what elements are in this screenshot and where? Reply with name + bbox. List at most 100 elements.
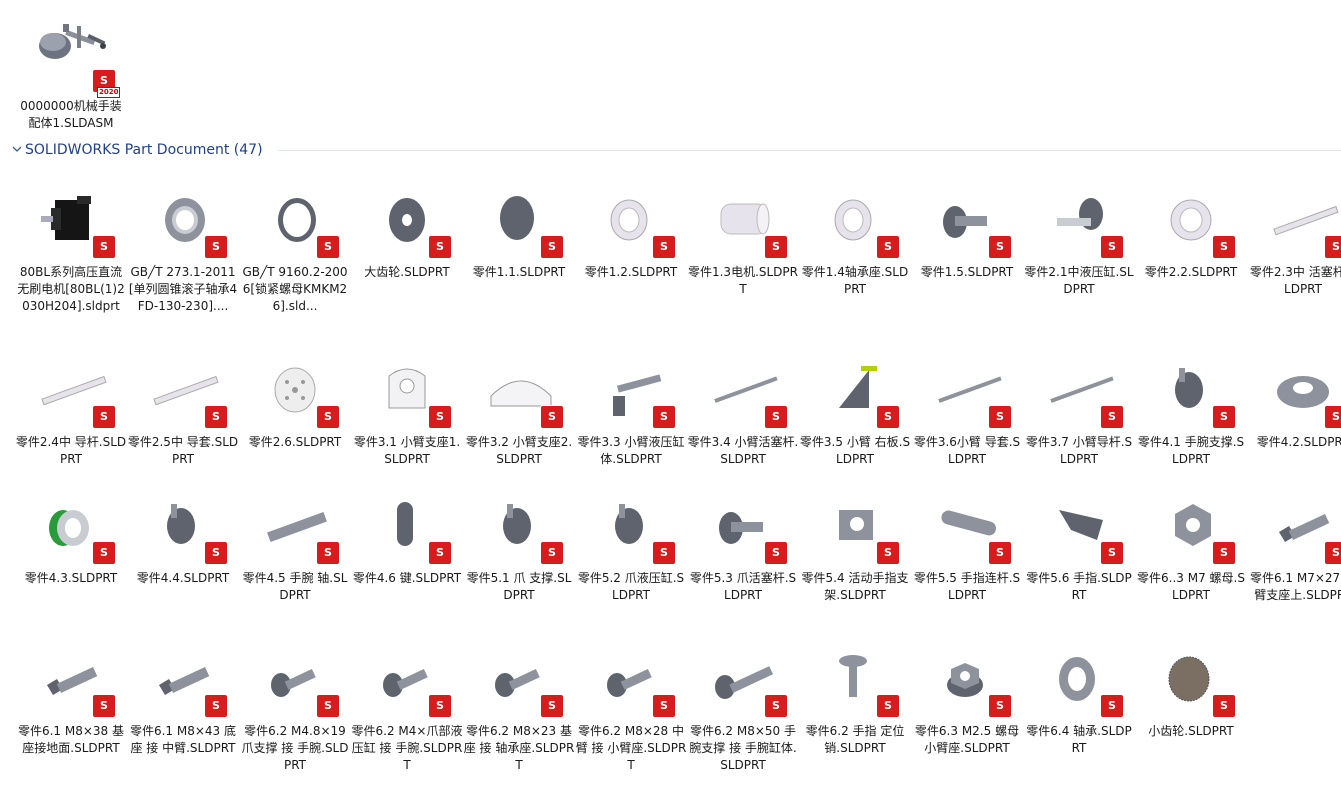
file-name: 零件6.2 M4.8×19 爪支撑 接 手腕.SLDPRT (241, 724, 349, 772)
solidworks-badge-icon: S W (765, 695, 787, 734)
file-item[interactable]: S W 零件5.3 爪活塞杆.SLDPRT (687, 492, 799, 642)
file-item[interactable]: S W 零件6.1 M8×38 基座接地面.SLDPRT (15, 645, 127, 795)
file-name: 零件3.3 小臂液压缸体.SLDPRT (577, 435, 685, 466)
file-name: 零件6.3 M2.5 螺母 小臂座.SLDPRT (914, 724, 1020, 755)
file-item[interactable]: S W 零件2.5中 导套.SLDPRT (127, 356, 239, 506)
file-item[interactable]: S W GB╱T 273.1-2011[单列圆锥滚子轴承4FD-130-230].… (127, 186, 239, 336)
file-item[interactable]: S W 零件6.1 M8×43 底座 接 中臂.SLDPRT (127, 645, 239, 795)
solidworks-badge-icon: S W (317, 406, 339, 445)
solidworks-badge-icon: S W (989, 542, 1011, 581)
file-item[interactable]: S W 零件4.2.SLDPRT (1247, 356, 1341, 506)
file-item[interactable]: S W零件2.3中 活塞杆.SLDPRT (1247, 186, 1341, 336)
file-item[interactable]: S W 零件1.4轴承座.SLDPRT (799, 186, 911, 336)
solidworks-badge-icon: S W (205, 406, 227, 445)
file-item[interactable]: S W 零件3.1 小臂支座1.SLDPRT (351, 356, 463, 506)
file-name: 零件5.1 爪 支撑.SLDPRT (466, 571, 572, 602)
file-name: 零件2.5中 导套.SLDPRT (127, 435, 239, 466)
file-item[interactable]: S W 零件6.2 M4.8×19 爪支撑 接 手腕.SLDPRT (239, 645, 351, 795)
file-name: 零件1.5.SLDPRT (920, 265, 1014, 279)
file-item[interactable]: S W 零件1.2.SLDPRT (575, 186, 687, 336)
solidworks-badge-icon: S W (653, 695, 675, 734)
file-item[interactable]: S W 零件6.2 M8×50 手腕支撑 接 手腕缸体.SLDPRT (687, 645, 799, 795)
solidworks-badge-icon: S W (93, 542, 115, 581)
file-item[interactable]: S W 零件2.2.SLDPRT (1135, 186, 1247, 336)
file-item[interactable]: S W 小齿轮.SLDPRT (1135, 645, 1247, 795)
file-item[interactable]: S W 零件4.3.SLDPRT (15, 492, 127, 642)
group-header[interactable]: SOLIDWORKS Part Document (47) (8, 140, 1341, 160)
file-item[interactable]: S W 零件5.2 爪液压缸.SLDPRT (575, 492, 687, 642)
file-item[interactable]: S W 零件6.2 手指 定位销.SLDPRT (799, 645, 911, 795)
file-name: 零件3.2 小臂支座2.SLDPRT (465, 435, 573, 466)
solidworks-badge-icon: S W (877, 542, 899, 581)
solidworks-badge-icon: S W (1101, 406, 1123, 445)
file-name: 零件2.3中 活塞杆.SLDPRT (1249, 265, 1341, 296)
file-name: GB╱T 9160.2-2006[锁紧螺母KMKM26].sld... (242, 265, 348, 313)
file-name: 零件3.4 小臂活塞杆.SLDPRT (687, 435, 799, 466)
file-item[interactable]: S W 零件5.6 手指.SLDPRT (1023, 492, 1135, 642)
file-name: 零件4.5 手腕 轴.SLDPRT (242, 571, 348, 602)
file-item[interactable]: S W 大齿轮.SLDPRT (351, 186, 463, 336)
solidworks-badge-icon: S W (1101, 236, 1123, 275)
solidworks-badge-icon: S W (877, 695, 899, 734)
file-item[interactable]: S W 零件3.2 小臂支座2.SLDPRT (463, 356, 575, 506)
solidworks-badge-icon: S W (1325, 406, 1341, 445)
file-item[interactable]: S W 零件2.4中 导杆.SLDPRT (15, 356, 127, 506)
solidworks-badge-icon: S W (93, 406, 115, 445)
file-item[interactable]: S W 零件2.1中液压缸.SLDPRT (1023, 186, 1135, 336)
solidworks-badge-icon: S W (541, 406, 563, 445)
solidworks-badge-icon: S W (429, 542, 451, 581)
file-item[interactable]: S W 零件5.5 手指连杆.SLDPRT (911, 492, 1023, 642)
file-item[interactable]: S W 零件2.6.SLDPRT (239, 356, 351, 506)
solidworks-badge-icon: S W (93, 695, 115, 734)
file-item[interactable]: S W 零件3.4 小臂活塞杆.SLDPRT (687, 356, 799, 506)
file-name: 零件3.5 小臂 右板.SLDPRT (799, 435, 911, 466)
file-item[interactable]: S W 零件1.1.SLDPRT (463, 186, 575, 336)
solidworks-badge-icon: S W (541, 236, 563, 275)
solidworks-badge-icon: S W (1101, 695, 1123, 734)
file-item[interactable]: S W 零件4.1 手腕支撑.SLDPRT (1135, 356, 1247, 506)
file-name: 零件5.4 活动手指支架.SLDPRT (801, 571, 909, 602)
file-item[interactable]: S W GB╱T 9160.2-2006[锁紧螺母KMKM26].sld... (239, 186, 351, 336)
file-item[interactable]: S W 零件1.5.SLDPRT (911, 186, 1023, 336)
file-item[interactable]: S W 零件5.4 活动手指支架.SLDPRT (799, 492, 911, 642)
file-item[interactable]: S W 零件6.2 M4×爪部液压缸 接 手腕.SLDPRT (351, 645, 463, 795)
file-name: 零件1.3电机.SLDPRT (687, 265, 799, 296)
file-name: 80BL系列高压直流无刷电机[80BL(1)2030H204].sldprt (17, 265, 125, 313)
file-item[interactable]: S W 零件4.4.SLDPRT (127, 492, 239, 642)
solidworks-badge-icon: S W (765, 236, 787, 275)
file-name: 零件4.2.SLDPRT (1256, 435, 1341, 449)
solidworks-badge-icon: S W (317, 236, 339, 275)
file-name: 零件6.2 M4×爪部液压缸 接 手腕.SLDPRT (351, 724, 463, 772)
file-item[interactable]: S W 零件3.5 小臂 右板.SLDPRT (799, 356, 911, 506)
file-item[interactable]: S W 零件3.3 小臂液压缸体.SLDPRT (575, 356, 687, 506)
file-item[interactable]: S W 零件4.5 手腕 轴.SLDPRT (239, 492, 351, 642)
solidworks-badge-icon: S W (429, 406, 451, 445)
file-name: 零件4.6 键.SLDPRT (352, 571, 462, 585)
solidworks-badge-icon: S W (1213, 236, 1235, 275)
file-item[interactable]: S W 零件6..3 M7 螺母.SLDPRT (1135, 492, 1247, 642)
file-item[interactable]: S W 零件6.2 M8×23 基座 接 轴承座.SLDPRT (463, 645, 575, 795)
file-item[interactable]: S W 零件6.3 M2.5 螺母 小臂座.SLDPRT (911, 645, 1023, 795)
file-name: 零件5.3 爪活塞杆.SLDPRT (689, 571, 797, 602)
file-item[interactable]: S W 零件4.6 键.SLDPRT (351, 492, 463, 642)
solidworks-badge-icon: S W (1213, 406, 1235, 445)
chevron-down-icon[interactable] (10, 142, 24, 156)
file-item[interactable]: S W 零件6.4 轴承.SLDPRT (1023, 645, 1135, 795)
solidworks-badge-icon: S W (205, 542, 227, 581)
file-name: 零件6.1 M8×43 底座 接 中臂.SLDPRT (129, 724, 237, 755)
file-name: 零件6.4 轴承.SLDPRT (1026, 724, 1132, 755)
file-name: 零件5.2 爪液压缸.SLDPRT (577, 571, 685, 602)
file-item[interactable]: S W 零件6.2 M8×28 中臂 接 小臂座.SLDPRT (575, 645, 687, 795)
file-name: 0000000机械手装配体1.SLDASM (20, 99, 122, 130)
file-item[interactable]: S W 零件3.6小臂 导套.SLDPRT (911, 356, 1023, 506)
solidworks-badge-icon: S W (1325, 236, 1341, 275)
solidworks-badge-icon: S W (765, 542, 787, 581)
file-name: 零件6.2 M8×23 基座 接 轴承座.SLDPRT (463, 724, 575, 772)
file-item[interactable]: S W零件6.1 M7×27 小臂支座上.SLDPRT (1247, 492, 1341, 642)
file-item[interactable]: S W 零件1.3电机.SLDPRT (687, 186, 799, 336)
file-item[interactable]: S W 零件5.1 爪 支撑.SLDPRT (463, 492, 575, 642)
file-item[interactable]: S W 80BL系列高压直流无刷电机[80BL(1)2030H204].sldpr… (15, 186, 127, 336)
file-item[interactable]: S W 零件3.7 小臂导杆.SLDPRT (1023, 356, 1135, 506)
file-name: 零件1.1.SLDPRT (472, 265, 566, 279)
solidworks-badge-icon: S W (541, 695, 563, 734)
